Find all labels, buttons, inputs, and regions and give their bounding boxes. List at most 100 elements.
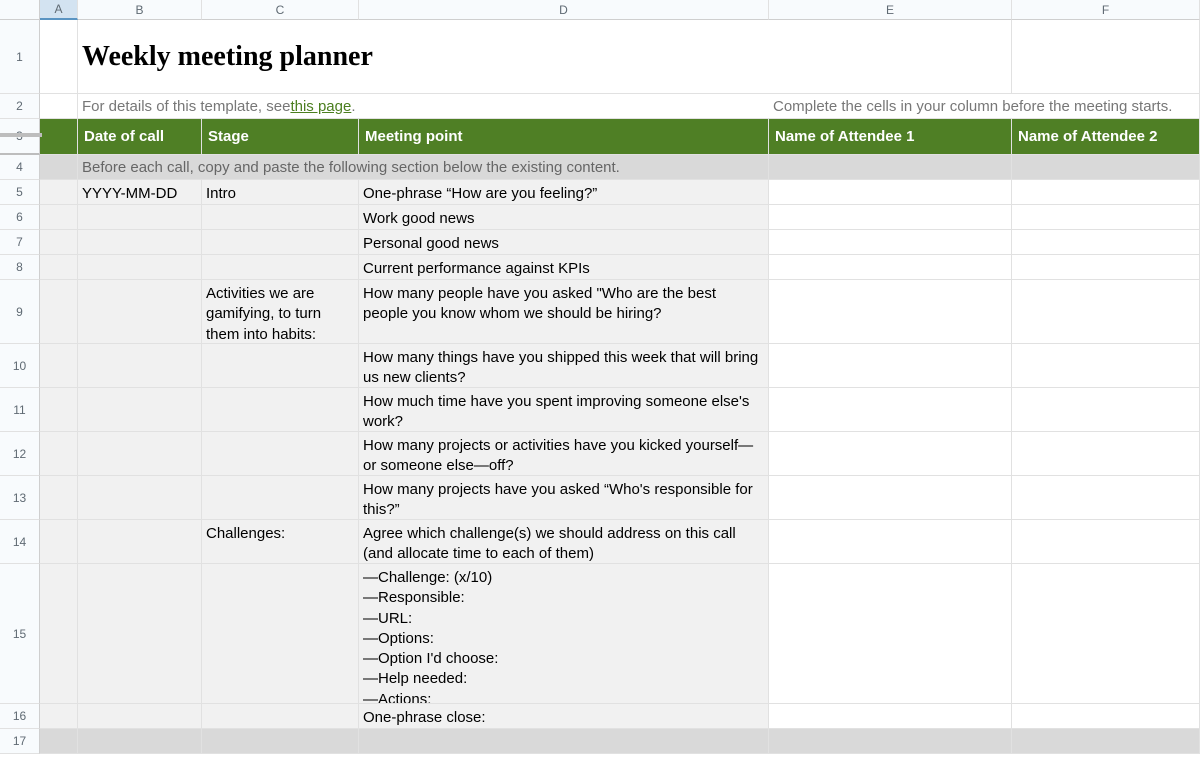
cell-A14[interactable] bbox=[40, 520, 78, 564]
cell-C11[interactable] bbox=[202, 388, 359, 432]
cell-A17[interactable] bbox=[40, 729, 78, 754]
cell-D16[interactable]: One-phrase close: bbox=[359, 704, 769, 729]
cell-F8[interactable] bbox=[1012, 255, 1200, 280]
instruction-cell[interactable]: Before each call, copy and paste the fol… bbox=[78, 155, 769, 180]
row-header-2[interactable]: 2 bbox=[0, 94, 40, 119]
cell-E10[interactable] bbox=[769, 344, 1012, 388]
cell-A2[interactable] bbox=[40, 94, 78, 119]
cell-A13[interactable] bbox=[40, 476, 78, 520]
cell-D12[interactable]: How many projects or activities have you… bbox=[359, 432, 769, 476]
cell-B13[interactable] bbox=[78, 476, 202, 520]
cell-A6[interactable] bbox=[40, 205, 78, 230]
cell-F11[interactable] bbox=[1012, 388, 1200, 432]
header-date[interactable]: Date of call bbox=[78, 119, 202, 155]
cell-A3[interactable] bbox=[40, 119, 78, 155]
cell-F9[interactable] bbox=[1012, 280, 1200, 344]
cell-C14[interactable]: Challenges: bbox=[202, 520, 359, 564]
cell-C8[interactable] bbox=[202, 255, 359, 280]
row-header-8[interactable]: 8 bbox=[0, 255, 40, 280]
cell-F10[interactable] bbox=[1012, 344, 1200, 388]
cell-E13[interactable] bbox=[769, 476, 1012, 520]
cell-F6[interactable] bbox=[1012, 205, 1200, 230]
cell-B9[interactable] bbox=[78, 280, 202, 344]
corner-cell[interactable] bbox=[0, 0, 40, 20]
cell-B11[interactable] bbox=[78, 388, 202, 432]
header-attendee-1[interactable]: Name of Attendee 1 bbox=[769, 119, 1012, 155]
cell-C16[interactable] bbox=[202, 704, 359, 729]
row-header-16[interactable]: 16 bbox=[0, 704, 40, 729]
cell-E17[interactable] bbox=[769, 729, 1012, 754]
cell-A15[interactable] bbox=[40, 564, 78, 704]
header-meeting-point[interactable]: Meeting point bbox=[359, 119, 769, 155]
cell-B14[interactable] bbox=[78, 520, 202, 564]
cell-E6[interactable] bbox=[769, 205, 1012, 230]
cell-F12[interactable] bbox=[1012, 432, 1200, 476]
col-header-C[interactable]: C bbox=[202, 0, 359, 20]
cell-A8[interactable] bbox=[40, 255, 78, 280]
cell-C10[interactable] bbox=[202, 344, 359, 388]
cell-F16[interactable] bbox=[1012, 704, 1200, 729]
row-header-17[interactable]: 17 bbox=[0, 729, 40, 754]
cell-E15[interactable] bbox=[769, 564, 1012, 704]
col-header-E[interactable]: E bbox=[769, 0, 1012, 20]
cell-C12[interactable] bbox=[202, 432, 359, 476]
cell-B17[interactable] bbox=[78, 729, 202, 754]
cell-A10[interactable] bbox=[40, 344, 78, 388]
row-header-7[interactable]: 7 bbox=[0, 230, 40, 255]
row-header-5[interactable]: 5 bbox=[0, 180, 40, 205]
cell-A12[interactable] bbox=[40, 432, 78, 476]
row-header-14[interactable]: 14 bbox=[0, 520, 40, 564]
cell-B6[interactable] bbox=[78, 205, 202, 230]
cell-B8[interactable] bbox=[78, 255, 202, 280]
cell-C15[interactable] bbox=[202, 564, 359, 704]
row-header-15[interactable]: 15 bbox=[0, 564, 40, 704]
col-header-F[interactable]: F bbox=[1012, 0, 1200, 20]
cell-D17[interactable] bbox=[359, 729, 769, 754]
right-note-cell[interactable]: Complete the cells in your column before… bbox=[769, 94, 1200, 119]
cell-A7[interactable] bbox=[40, 230, 78, 255]
cell-F13[interactable] bbox=[1012, 476, 1200, 520]
row-header-9[interactable]: 9 bbox=[0, 280, 40, 344]
cell-F17[interactable] bbox=[1012, 729, 1200, 754]
cell-A5[interactable] bbox=[40, 180, 78, 205]
cell-B10[interactable] bbox=[78, 344, 202, 388]
cell-F5[interactable] bbox=[1012, 180, 1200, 205]
template-link[interactable]: this page bbox=[290, 98, 351, 115]
col-header-B[interactable]: B bbox=[78, 0, 202, 20]
cell-B7[interactable] bbox=[78, 230, 202, 255]
cell-E8[interactable] bbox=[769, 255, 1012, 280]
cell-D14[interactable]: Agree which challenge(s) we should addre… bbox=[359, 520, 769, 564]
cell-B5[interactable]: YYYY-MM-DD bbox=[78, 180, 202, 205]
title-cell[interactable]: Weekly meeting planner bbox=[78, 20, 769, 94]
cell-E1[interactable] bbox=[769, 20, 1012, 94]
header-stage[interactable]: Stage bbox=[202, 119, 359, 155]
cell-F15[interactable] bbox=[1012, 564, 1200, 704]
row-header-1[interactable]: 1 bbox=[0, 20, 40, 94]
cell-C9[interactable]: Activities we are gamifying, to turn the… bbox=[202, 280, 359, 344]
cell-F14[interactable] bbox=[1012, 520, 1200, 564]
col-header-D[interactable]: D bbox=[359, 0, 769, 20]
cell-F4[interactable] bbox=[1012, 155, 1200, 180]
row-header-10[interactable]: 10 bbox=[0, 344, 40, 388]
row-header-11[interactable]: 11 bbox=[0, 388, 40, 432]
row-header-12[interactable]: 12 bbox=[0, 432, 40, 476]
cell-D7[interactable]: Personal good news bbox=[359, 230, 769, 255]
cell-D5[interactable]: One-phrase “How are you feeling?” bbox=[359, 180, 769, 205]
cell-C6[interactable] bbox=[202, 205, 359, 230]
cell-E12[interactable] bbox=[769, 432, 1012, 476]
cell-F7[interactable] bbox=[1012, 230, 1200, 255]
cell-A1[interactable] bbox=[40, 20, 78, 94]
cell-B12[interactable] bbox=[78, 432, 202, 476]
cell-C13[interactable] bbox=[202, 476, 359, 520]
row-header-4[interactable]: 4 bbox=[0, 155, 40, 180]
cell-E9[interactable] bbox=[769, 280, 1012, 344]
cell-A16[interactable] bbox=[40, 704, 78, 729]
header-attendee-2[interactable]: Name of Attendee 2 bbox=[1012, 119, 1200, 155]
row-header-6[interactable]: 6 bbox=[0, 205, 40, 230]
cell-D8[interactable]: Current performance against KPIs bbox=[359, 255, 769, 280]
cell-C7[interactable] bbox=[202, 230, 359, 255]
cell-B16[interactable] bbox=[78, 704, 202, 729]
cell-A11[interactable] bbox=[40, 388, 78, 432]
cell-E4[interactable] bbox=[769, 155, 1012, 180]
cell-B15[interactable] bbox=[78, 564, 202, 704]
